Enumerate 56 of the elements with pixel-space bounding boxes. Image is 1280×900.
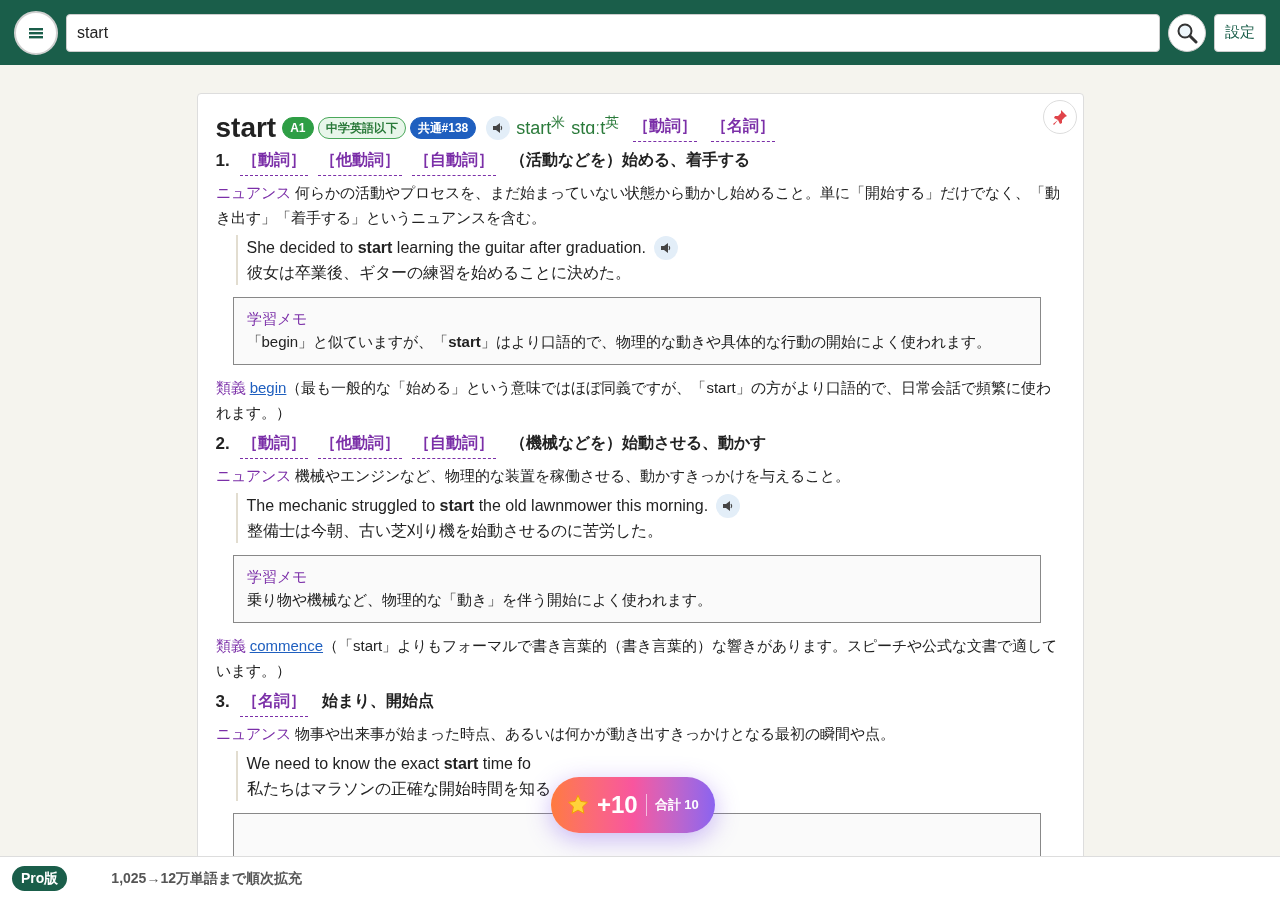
part-of-speech-tag: ［他動詞］	[317, 148, 402, 176]
synonym-text: 類義 begin（最も一般的な「始める」という意味ではほぼ同義ですが、「start」の方がより口語的で、日常会話で頻繁に使われます。）	[215, 378, 1052, 423]
speaker-icon	[722, 499, 735, 512]
memo-text: 乗り物や機械など、物理的な「動き」を伴う開始によく使われます。	[246, 590, 713, 610]
part-of-speech-tag: ［自動詞］	[411, 431, 496, 459]
part-of-speech-tag: ［名詞］	[239, 689, 308, 717]
level-badge: A1	[282, 117, 314, 139]
example-sentence: We need to know the exact start time fo	[246, 754, 531, 774]
example-translation: 私たちはマラソンの正確な開始時間を知る	[246, 779, 552, 799]
memo-label: 学習メモ	[246, 309, 308, 329]
synonym-link[interactable]: commence	[249, 637, 324, 654]
definition: （機械などを）始動させる、動かす	[509, 433, 766, 454]
definition: 始まり、開始点	[321, 691, 434, 711]
part-of-speech-tag: ［名詞］	[711, 114, 776, 142]
settings-button[interactable]: 設定	[1214, 13, 1266, 52]
sense-number: 2.	[215, 433, 230, 455]
level-badge: 中学英語以下	[317, 117, 406, 139]
footer-text: 1,025→12万単語まで順次拡充	[111, 869, 302, 888]
example-sentence: The mechanic struggled to start the old lawnmower this morning.	[246, 496, 709, 516]
synonym-link[interactable]: begin	[249, 379, 287, 396]
menu-icon	[29, 26, 43, 39]
sense-number: 3.	[215, 691, 230, 713]
part-of-speech-tag: ［他動詞］	[317, 431, 402, 459]
example-translation: 彼女は卒業後、ギターの練習を始めることに決めた。	[246, 263, 632, 283]
nuance-text: ニュアンス 物事や出来事が始まった時点、あるいは何かが動き出すきっかけとなる最初の瞬間や点。	[215, 724, 896, 744]
speaker-icon	[492, 122, 505, 134]
pronunciation: start$^{米}$	[516, 114, 566, 140]
speaker-button[interactable]	[486, 116, 511, 140]
nuance-text: ニュアンス 何らかの活動やプロセスを、まだ始まっていない状態から動かし始めること。単に「開始する」だけでなく、「動き出す」「着手する」というニュアンスを含む。	[215, 183, 1061, 228]
search-icon	[1176, 21, 1198, 44]
speaker-button[interactable]	[716, 493, 741, 518]
example-sentence: She decided to start learning the guitar after graduation.	[246, 238, 646, 258]
part-of-speech-tag: ［動詞］	[239, 148, 308, 176]
pro-badge: Pro版	[12, 866, 68, 891]
star-icon	[567, 794, 589, 816]
nuance-text: ニュアンス 機械やエンジンなど、物理的な装置を稼働させる、動かすきっかけを与えること。	[215, 466, 851, 486]
pronunciation: stɑːt$^{英}$	[571, 114, 620, 140]
sense-number: 1.	[215, 150, 230, 172]
part-of-speech-tag: ［自動詞］	[411, 148, 496, 176]
headword: start	[215, 114, 277, 142]
memo-text: 「begin」と似ていますが、「start」はより口語的で、物理的な動きや具体的な行動の開始によく使われます。	[246, 332, 992, 352]
definition: （活動などを）始める、着手する	[509, 150, 750, 171]
part-of-speech-tag: ［動詞］	[239, 431, 308, 459]
level-badge: 共通#138	[409, 117, 477, 139]
synonym-text: 類義 commence（「start」よりもフォーマルで書き言葉的（書き言葉的）な響きがあります。スピーチや公式な文書で適しています。）	[215, 636, 1059, 681]
speaker-icon	[659, 241, 672, 254]
part-of-speech-tag: ［動詞］	[633, 114, 698, 142]
pin-button[interactable]	[1042, 100, 1077, 134]
memo-label: 学習メモ	[246, 567, 308, 587]
example-translation: 整備士は今朝、古い芝刈り機を始動させるのに苦労した。	[246, 521, 664, 541]
points-text: +10	[597, 790, 638, 820]
menu-button[interactable]	[14, 10, 58, 55]
search-field[interactable]: start	[66, 13, 1160, 52]
total-text: 合計 10	[654, 796, 699, 815]
speaker-button[interactable]	[653, 235, 678, 260]
search-button[interactable]	[1168, 13, 1206, 52]
